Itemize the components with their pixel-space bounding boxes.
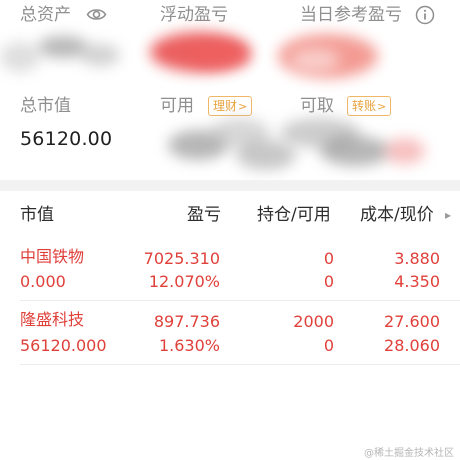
stock-price: 28.060 (384, 336, 440, 355)
row-divider (20, 300, 460, 301)
stock-market-value: 56120.000 (20, 336, 107, 355)
withdrawable-label: 可取 (300, 96, 334, 116)
watermark: @稀土掘金技术社区 (364, 448, 454, 459)
chevron-right-icon: > (377, 100, 387, 113)
wealth-button[interactable]: 理财> (208, 96, 253, 116)
stock-pl: 7025.310 (143, 249, 220, 268)
stock-position: 2000 (293, 312, 334, 331)
floating-pl-label: 浮动盈亏 (160, 5, 228, 25)
stock-name: 中国铁物 (20, 247, 85, 266)
header-market-value[interactable]: 市值 (20, 204, 54, 226)
stock-market-value: 0.000 (20, 272, 66, 291)
market-value: 56120.00 (20, 128, 113, 150)
stock-available: 0 (323, 272, 334, 291)
market-value-label: 总市值 (20, 96, 71, 116)
stock-cost: 3.880 (394, 249, 440, 268)
available-label: 可用 (160, 96, 194, 116)
stock-price: 4.350 (394, 272, 440, 291)
transfer-tag-label: 转账 (352, 99, 377, 113)
header-pl[interactable]: 盈亏 (187, 204, 221, 226)
stock-position: 0 (323, 249, 334, 268)
header-cost-price[interactable]: 成本/现价 (360, 204, 434, 226)
eye-icon[interactable] (86, 6, 107, 23)
scroll-right-icon[interactable]: ▸ (445, 204, 451, 226)
chevron-right-icon: > (238, 100, 248, 113)
info-icon[interactable] (415, 5, 435, 25)
stock-pl-percent: 1.630% (158, 336, 220, 355)
stock-pl: 897.736 (153, 312, 220, 331)
stock-name: 隆盛科技 (20, 310, 85, 329)
row-divider (20, 364, 460, 365)
stock-available: 0 (323, 336, 334, 355)
stock-cost: 27.600 (384, 312, 440, 331)
transfer-button[interactable]: 转账> (347, 96, 392, 116)
wealth-tag-label: 理财 (213, 99, 238, 113)
today-pl-label: 当日参考盈亏 (300, 5, 402, 25)
total-assets-label: 总资产 (20, 5, 71, 25)
stock-pl-percent: 12.070% (148, 272, 220, 291)
header-position[interactable]: 持仓/可用 (257, 204, 331, 226)
section-divider (0, 180, 460, 191)
